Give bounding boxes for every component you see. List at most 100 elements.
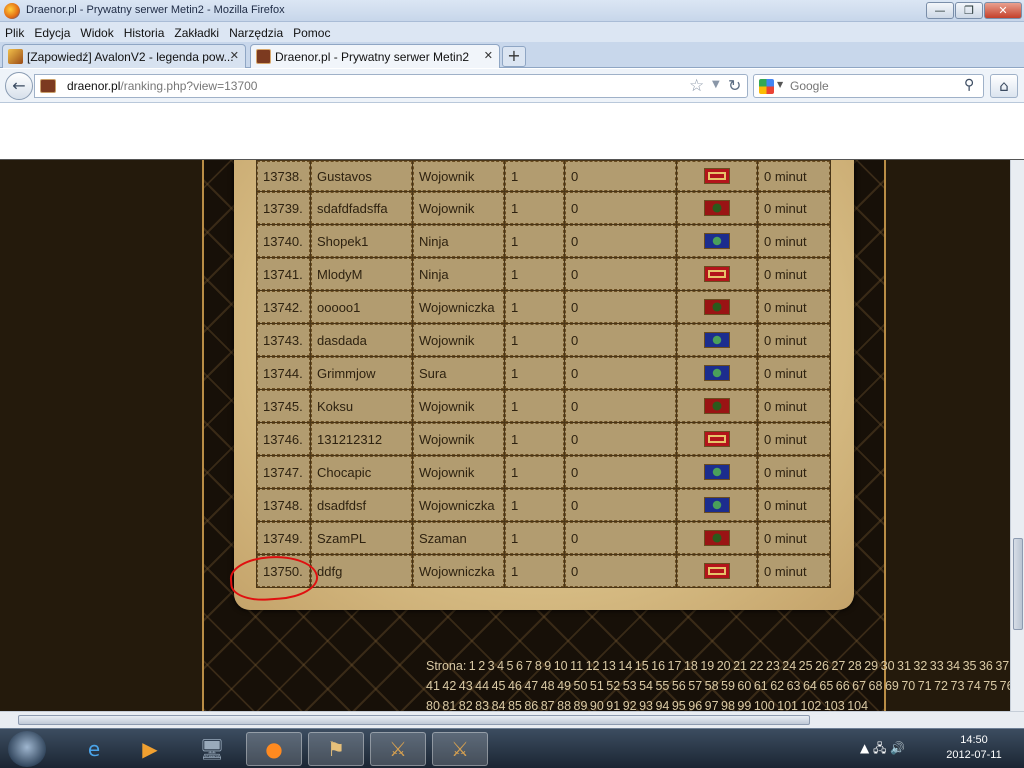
page-link[interactable]: 7 xyxy=(525,659,532,673)
page-link[interactable]: 72 xyxy=(934,679,948,693)
vertical-scroll-thumb[interactable] xyxy=(1013,538,1023,630)
page-link[interactable]: 42 xyxy=(442,679,456,693)
page-link[interactable]: 86 xyxy=(524,699,538,711)
page-link[interactable]: 57 xyxy=(688,679,702,693)
page-link[interactable]: 53 xyxy=(623,679,637,693)
page-link[interactable]: 93 xyxy=(639,699,653,711)
page-link[interactable]: 28 xyxy=(848,659,862,673)
page-link[interactable]: 9 xyxy=(544,659,551,673)
horizontal-scrollbar[interactable] xyxy=(0,711,1024,728)
page-link[interactable]: 73 xyxy=(951,679,965,693)
page-link[interactable]: 54 xyxy=(639,679,653,693)
page-link[interactable]: 31 xyxy=(897,659,911,673)
metin2-icon-2[interactable]: ⚔ xyxy=(432,732,488,766)
page-link[interactable]: 34 xyxy=(946,659,960,673)
page-link[interactable]: 88 xyxy=(557,699,571,711)
page-link[interactable]: 51 xyxy=(590,679,604,693)
page-link[interactable]: 96 xyxy=(688,699,702,711)
start-button[interactable] xyxy=(8,731,46,767)
name-cell[interactable]: ooooo1 xyxy=(311,291,412,323)
page-link[interactable]: 83 xyxy=(475,699,489,711)
name-cell[interactable]: 131212312 xyxy=(311,423,412,455)
page-link[interactable]: 92 xyxy=(623,699,637,711)
page-link[interactable]: 60 xyxy=(737,679,751,693)
new-tab-button[interactable]: + xyxy=(502,46,526,67)
page-link[interactable]: 101 xyxy=(777,699,798,711)
page-link[interactable]: 89 xyxy=(574,699,588,711)
page-link[interactable]: 63 xyxy=(787,679,801,693)
page-link[interactable]: 2 xyxy=(478,659,485,673)
url-history-dropdown-icon[interactable]: ▼ xyxy=(712,79,720,90)
menu-edit[interactable]: Edycja xyxy=(29,23,75,40)
page-link[interactable]: 41 xyxy=(426,679,440,693)
name-cell[interactable]: ddfg xyxy=(311,555,412,587)
page-link[interactable]: 19 xyxy=(700,659,714,673)
name-cell[interactable]: SzamPL xyxy=(311,522,412,554)
menu-help[interactable]: Pomoc xyxy=(288,23,335,40)
firefox-icon[interactable]: ● xyxy=(246,732,302,766)
url-text[interactable]: draenor.pl/ranking.php?view=13700 xyxy=(67,79,257,93)
back-button[interactable]: ← xyxy=(5,72,33,100)
name-cell[interactable]: sdafdfadsffa xyxy=(311,192,412,224)
page-link[interactable]: 87 xyxy=(541,699,555,711)
page-link[interactable]: 44 xyxy=(475,679,489,693)
page-link[interactable]: 23 xyxy=(766,659,780,673)
page-link[interactable]: 21 xyxy=(733,659,747,673)
menu-file[interactable]: Plik xyxy=(0,23,29,40)
engine-dropdown-icon[interactable]: ▼ xyxy=(777,80,783,89)
page-link[interactable]: 17 xyxy=(668,659,682,673)
page-link[interactable]: 1 xyxy=(469,659,476,673)
search-input[interactable] xyxy=(790,78,960,94)
page-link[interactable]: 25 xyxy=(799,659,813,673)
page-link[interactable]: 32 xyxy=(913,659,927,673)
page-link[interactable]: 36 xyxy=(979,659,993,673)
page-link[interactable]: 90 xyxy=(590,699,604,711)
page-link[interactable]: 102 xyxy=(801,699,822,711)
reload-icon[interactable]: ↻ xyxy=(728,76,741,95)
home-button[interactable]: ⌂ xyxy=(990,74,1018,98)
page-link[interactable]: 103 xyxy=(824,699,845,711)
tab-draenor[interactable]: Draenor.pl - Prywatny serwer Metin2 ✕ xyxy=(250,44,500,68)
name-cell[interactable]: dasdada xyxy=(311,324,412,356)
clock[interactable]: 14:50 2012-07-11 xyxy=(934,733,1014,763)
page-link[interactable]: 24 xyxy=(782,659,796,673)
page-link[interactable]: 66 xyxy=(836,679,850,693)
page-link[interactable]: 70 xyxy=(901,679,915,693)
page-link[interactable]: 11 xyxy=(570,659,583,673)
url-bar[interactable]: draenor.pl/ranking.php?view=13700 ☆ ▼ ↻ xyxy=(34,74,748,98)
page-link[interactable]: 65 xyxy=(819,679,833,693)
page-link[interactable]: 35 xyxy=(963,659,977,673)
page-link[interactable]: 18 xyxy=(684,659,698,673)
page-link[interactable]: 8 xyxy=(535,659,542,673)
page-link[interactable]: 91 xyxy=(606,699,620,711)
page-link[interactable]: 75 xyxy=(983,679,997,693)
page-link[interactable]: 33 xyxy=(930,659,944,673)
menu-bookmarks[interactable]: Zakładki xyxy=(169,23,224,40)
page-link[interactable]: 99 xyxy=(737,699,751,711)
page-link[interactable]: 47 xyxy=(524,679,538,693)
system-tray[interactable]: ▲ 🖧 🔊 xyxy=(860,739,905,760)
page-link[interactable]: 16 xyxy=(651,659,665,673)
ie-icon[interactable]: e xyxy=(66,732,122,766)
page-link[interactable]: 15 xyxy=(635,659,649,673)
page-link[interactable]: 100 xyxy=(754,699,775,711)
page-link[interactable]: 29 xyxy=(864,659,878,673)
google-engine-icon[interactable] xyxy=(759,79,774,94)
name-cell[interactable]: Koksu xyxy=(311,390,412,422)
search-bar[interactable]: ▼ ⚲ xyxy=(753,74,984,98)
page-link[interactable]: 97 xyxy=(705,699,719,711)
page-link[interactable]: 56 xyxy=(672,679,686,693)
page-link[interactable]: 71 xyxy=(918,679,932,693)
page-link[interactable]: 80 xyxy=(426,699,440,711)
draenor-icon[interactable]: ⚑ xyxy=(308,732,364,766)
minimize-button[interactable]: — xyxy=(926,2,954,19)
close-window-button[interactable]: ✕ xyxy=(984,2,1022,19)
page-link[interactable]: 10 xyxy=(554,659,568,673)
page-link[interactable]: 50 xyxy=(574,679,588,693)
page-link[interactable]: 13 xyxy=(602,659,616,673)
page-link[interactable]: 27 xyxy=(831,659,845,673)
menu-tools[interactable]: Narzędzia xyxy=(224,23,288,40)
tab-avalon[interactable]: [Zapowiedź] AvalonV2 - legenda pow... ✕ xyxy=(2,44,246,68)
page-link[interactable]: 58 xyxy=(705,679,719,693)
page-link[interactable]: 81 xyxy=(442,699,456,711)
